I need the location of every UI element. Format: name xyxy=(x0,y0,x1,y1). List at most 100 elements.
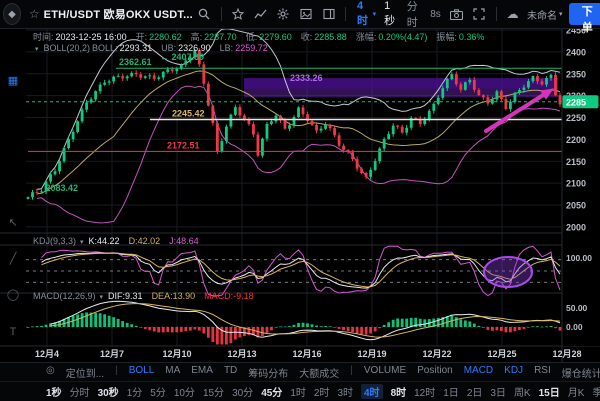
trading-app: { "topbar": { "favorite_icon": "☆", "sym… xyxy=(0,0,600,400)
svg-text:← 2083.42: ← 2083.42 xyxy=(34,183,78,193)
text-tool-icon[interactable]: T xyxy=(0,326,26,338)
app-logo[interactable]: ◆ xyxy=(3,3,21,25)
svg-text:2172.51: 2172.51 xyxy=(167,140,200,150)
text-token: 0.36% xyxy=(459,32,485,42)
timeframe-15m[interactable]: 15分 xyxy=(203,384,224,399)
timeframe-2d[interactable]: 2日 xyxy=(467,384,483,399)
candles xyxy=(27,48,562,200)
text-token: J:48.64 xyxy=(169,236,199,246)
text-token: 2280.62 xyxy=(149,32,182,42)
svg-text:12月4: 12月4 xyxy=(35,349,59,359)
timeframe-8h[interactable]: 8时 xyxy=(391,384,407,399)
timeframe-1h[interactable]: 1时 xyxy=(290,384,306,399)
indicator-rsi[interactable]: RSI xyxy=(534,365,551,380)
indicator-boll[interactable]: BOLL xyxy=(129,365,155,380)
indicator-macd[interactable]: MACD xyxy=(464,365,493,380)
timeframe-1d[interactable]: 1日 xyxy=(443,384,459,399)
camera-snapshot-icon[interactable] xyxy=(450,6,463,22)
timeframe-45m[interactable]: 45分 xyxy=(261,384,282,399)
timeframe-quick-line[interactable]: 分时 xyxy=(407,0,424,30)
place-order-button[interactable]: 下单 xyxy=(569,3,600,25)
locate-icon[interactable]: ◎ xyxy=(46,365,55,380)
indicator-td[interactable]: TD xyxy=(224,365,237,380)
settings-gear-icon[interactable] xyxy=(277,6,290,22)
layout-name[interactable]: 未命名 xyxy=(527,7,557,22)
text-token: DIF:9.31 xyxy=(108,291,143,301)
svg-text:12月22: 12月22 xyxy=(422,349,451,359)
price-axis[interactable]: 2450240023502300225022002150210020502000… xyxy=(562,26,600,363)
macd-indicator-label[interactable]: MACD(12,26,9) xyxy=(33,291,96,301)
collapse-macd-icon[interactable]: ▾ xyxy=(100,293,104,301)
svg-text:12月28: 12月28 xyxy=(552,349,581,359)
indicator-chip-distribution[interactable]: 筹码分布 xyxy=(248,365,288,380)
macd-legend-row: MACD(12,26,9)▾DIF:9.31DEA:13.90MACD:-9.1… xyxy=(33,291,263,301)
timeframe-5m[interactable]: 5分 xyxy=(150,384,166,399)
search-icon[interactable] xyxy=(198,6,211,22)
chevron-down-icon[interactable]: ▾ xyxy=(373,10,377,18)
divider xyxy=(345,7,346,21)
bollinger-bands xyxy=(37,29,560,223)
text-token: LB: xyxy=(220,43,234,53)
timeframe-quick-1s[interactable]: 1秒 xyxy=(384,0,398,28)
cursor-tool-icon[interactable]: ↖ xyxy=(0,216,26,229)
export-image-icon[interactable] xyxy=(300,6,313,22)
locate-button[interactable]: 定位到... xyxy=(66,365,104,380)
text-token: 振幅: xyxy=(436,30,457,43)
text-token: 开: xyxy=(136,30,148,43)
fullscreen-icon[interactable] xyxy=(473,6,486,22)
svg-text:12月7: 12月7 xyxy=(100,349,124,359)
indicators-icon[interactable] xyxy=(254,6,267,22)
shape-tool-icon[interactable]: ◯ xyxy=(0,288,26,301)
panel-layout-icon[interactable] xyxy=(323,6,336,22)
text-token: 涨幅: xyxy=(356,30,377,43)
text-token: 2259.72 xyxy=(235,43,268,53)
indicator-liquidations[interactable]: 爆仓统计 xyxy=(562,365,600,380)
kdj-legend-row: KDJ(9,3,3)▾K:44.22D:42.02J:48.64 xyxy=(33,236,208,246)
indicator-ema[interactable]: EMA xyxy=(191,365,213,380)
chart-type-tool-icon[interactable]: ▦ xyxy=(0,74,26,87)
indicator-ma[interactable]: MA xyxy=(165,365,180,380)
timeframe-1q[interactable]: 季K xyxy=(592,384,600,399)
indicator-position[interactable]: Position xyxy=(417,365,453,380)
last-price-badge: 2285 xyxy=(563,95,599,108)
timeframe-1s[interactable]: 1秒 xyxy=(46,384,62,399)
timeframe-4h[interactable]: 4时 xyxy=(361,384,383,399)
timeframe-1mo[interactable]: 月K xyxy=(568,384,585,399)
text-token: 2293.31 xyxy=(120,43,153,53)
timeframe-3h[interactable]: 3时 xyxy=(337,384,353,399)
symbol-title[interactable]: ETH/USDT 欧易OKX USDT... xyxy=(44,6,193,22)
indicator-large-trades[interactable]: 大额成交 xyxy=(299,365,339,380)
cloud-save-icon[interactable]: ☁ xyxy=(506,6,519,22)
boll-legend-row: ▾BOLL(20,2)BOLL:2293.31UB:2326.90LB:2259… xyxy=(33,43,277,53)
kdj-indicator-label[interactable]: KDJ(9,3,3) xyxy=(33,236,76,246)
timeframe-15d[interactable]: 15日 xyxy=(539,384,560,399)
svg-text:12月19: 12月19 xyxy=(357,349,386,359)
timeframe-2h[interactable]: 2时 xyxy=(314,384,330,399)
timeframe-12h[interactable]: 12时 xyxy=(414,384,435,399)
alerts-icon[interactable] xyxy=(231,6,244,22)
date-axis[interactable]: 12月412月712月1012月1312月1612月1912月2212月2512… xyxy=(35,349,582,359)
timeframe-selected[interactable]: 4时 xyxy=(357,0,371,28)
macd-pane xyxy=(26,301,562,344)
text-token: 2023-12-25 16:00 xyxy=(56,32,127,42)
timeframe-1m[interactable]: 1分 xyxy=(127,384,143,399)
collapse-boll-icon[interactable]: ▾ xyxy=(35,45,39,53)
indicator-kdj[interactable]: KDJ xyxy=(504,365,523,380)
timeframe-30s[interactable]: 30秒 xyxy=(98,384,119,399)
timeframe-10m[interactable]: 10分 xyxy=(174,384,195,399)
timeframe-1w[interactable]: 周K xyxy=(514,384,531,399)
collapse-kdj-icon[interactable]: ▾ xyxy=(80,238,84,246)
indicator-volume[interactable]: VOLUME xyxy=(364,365,406,380)
price-chart-canvas[interactable]: 2333.262362.612245.422172.51← 2407.39← 2… xyxy=(0,0,600,400)
chevron-down-icon[interactable]: ▾ xyxy=(559,10,563,18)
svg-text:0.00: 0.00 xyxy=(566,322,583,332)
supply-zone-annotation[interactable]: 2333.26 xyxy=(244,73,558,97)
timeframe-30m[interactable]: 30分 xyxy=(232,384,253,399)
timeframe-line[interactable]: 分时 xyxy=(70,384,90,399)
timeframe-3d[interactable]: 3日 xyxy=(490,384,506,399)
indicator-toolbar: ◎定位到...|BOLLMAEMATD筹码分布大额成交|VOLUMEPositi… xyxy=(0,362,600,381)
trendline-tool-icon[interactable]: ╱ xyxy=(0,252,26,265)
svg-text:2000: 2000 xyxy=(566,222,586,232)
boll-indicator-label[interactable]: BOLL(20,2) xyxy=(44,43,91,53)
favorite-star-icon[interactable]: ☆ xyxy=(29,7,40,21)
